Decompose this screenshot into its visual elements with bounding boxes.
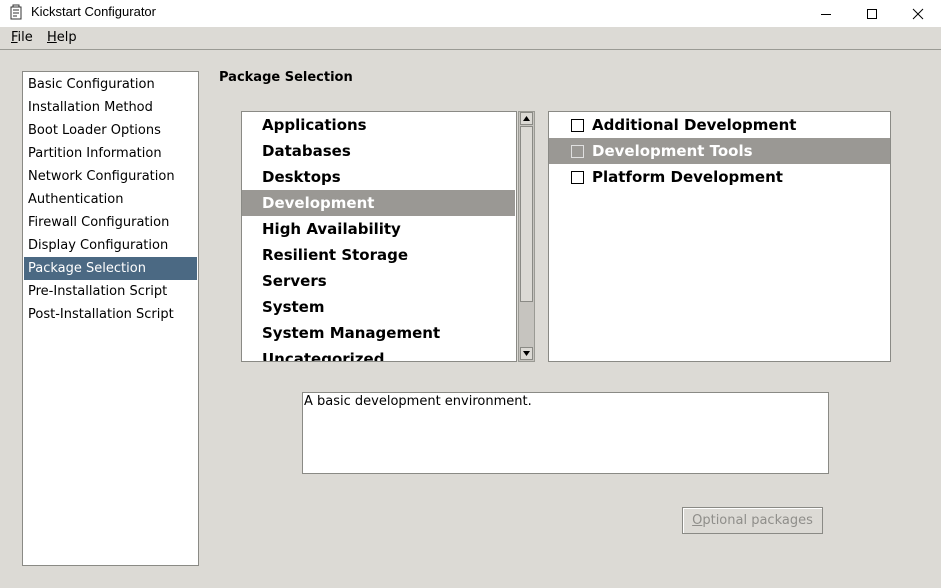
package-checkbox-platform-development[interactable]: [571, 171, 584, 184]
package-checkbox-additional-development[interactable]: [571, 119, 584, 132]
menu-file-label: ile: [17, 30, 33, 45]
sidebar-list: Basic Configuration Installation Method …: [22, 71, 199, 566]
minimize-icon: [821, 13, 831, 15]
optional-packages-button[interactable]: Optional packages: [682, 507, 823, 534]
package-group-list: Applications Databases Desktops Developm…: [241, 111, 517, 362]
scroll-thumb[interactable]: [520, 126, 533, 302]
menu-bar: File Help: [0, 27, 941, 50]
maximize-button[interactable]: [849, 0, 895, 27]
sidebar-item-post-installation-script[interactable]: Post-Installation Script: [24, 303, 197, 326]
maximize-icon: [867, 8, 877, 19]
title-bar: Kickstart Configurator: [0, 0, 941, 27]
sidebar-item-installation-method[interactable]: Installation Method: [24, 96, 197, 119]
group-item-databases[interactable]: Databases: [242, 138, 515, 164]
package-label: Platform Development: [592, 168, 783, 186]
arrow-up-icon: [523, 116, 530, 121]
package-list: Additional Development Development Tools…: [548, 111, 891, 362]
package-item-development-tools[interactable]: Development Tools: [549, 138, 890, 164]
group-item-desktops[interactable]: Desktops: [242, 164, 515, 190]
package-label: Development Tools: [592, 142, 753, 160]
group-item-high-availability[interactable]: High Availability: [242, 216, 515, 242]
menu-help-label: elp: [56, 30, 77, 45]
sidebar-item-boot-loader-options[interactable]: Boot Loader Options: [24, 119, 197, 142]
package-label: Additional Development: [592, 116, 797, 134]
scroll-up-button[interactable]: [520, 112, 533, 125]
package-item-additional-development[interactable]: Additional Development: [549, 112, 890, 138]
group-description-text: A basic development environment.: [302, 392, 829, 474]
close-icon: [912, 8, 924, 19]
arrow-down-icon: [523, 351, 530, 356]
group-item-system-management[interactable]: System Management: [242, 320, 515, 346]
group-item-servers[interactable]: Servers: [242, 268, 515, 294]
group-item-resilient-storage[interactable]: Resilient Storage: [242, 242, 515, 268]
sidebar-item-authentication[interactable]: Authentication: [24, 188, 197, 211]
sidebar-item-partition-information[interactable]: Partition Information: [24, 142, 197, 165]
window-title: Kickstart Configurator: [31, 4, 156, 19]
group-item-development[interactable]: Development: [242, 190, 515, 216]
group-list-scrollbar[interactable]: [518, 111, 535, 362]
menu-help[interactable]: Help: [47, 30, 77, 45]
minimize-button[interactable]: [803, 0, 849, 27]
scroll-down-button[interactable]: [520, 347, 533, 360]
sidebar-item-display-configuration[interactable]: Display Configuration: [24, 234, 197, 257]
group-item-applications[interactable]: Applications: [242, 112, 515, 138]
close-button[interactable]: [895, 0, 941, 27]
sidebar-item-network-configuration[interactable]: Network Configuration: [24, 165, 197, 188]
sidebar-item-firewall-configuration[interactable]: Firewall Configuration: [24, 211, 197, 234]
sidebar-item-package-selection[interactable]: Package Selection: [24, 257, 197, 280]
group-item-system[interactable]: System: [242, 294, 515, 320]
menu-help-mnemonic: H: [47, 30, 57, 45]
package-item-platform-development[interactable]: Platform Development: [549, 164, 890, 190]
kickstart-app-icon: [9, 4, 23, 20]
group-item-uncategorized[interactable]: Uncategorized: [242, 346, 515, 361]
optional-packages-mnemonic: O: [692, 513, 703, 528]
package-checkbox-development-tools[interactable]: [571, 145, 584, 158]
page-title: Package Selection: [219, 70, 353, 85]
sidebar-item-basic-configuration[interactable]: Basic Configuration: [24, 73, 197, 96]
sidebar-item-pre-installation-script[interactable]: Pre-Installation Script: [24, 280, 197, 303]
menu-file[interactable]: File: [11, 30, 33, 45]
optional-packages-label: ptional packages: [702, 513, 813, 528]
